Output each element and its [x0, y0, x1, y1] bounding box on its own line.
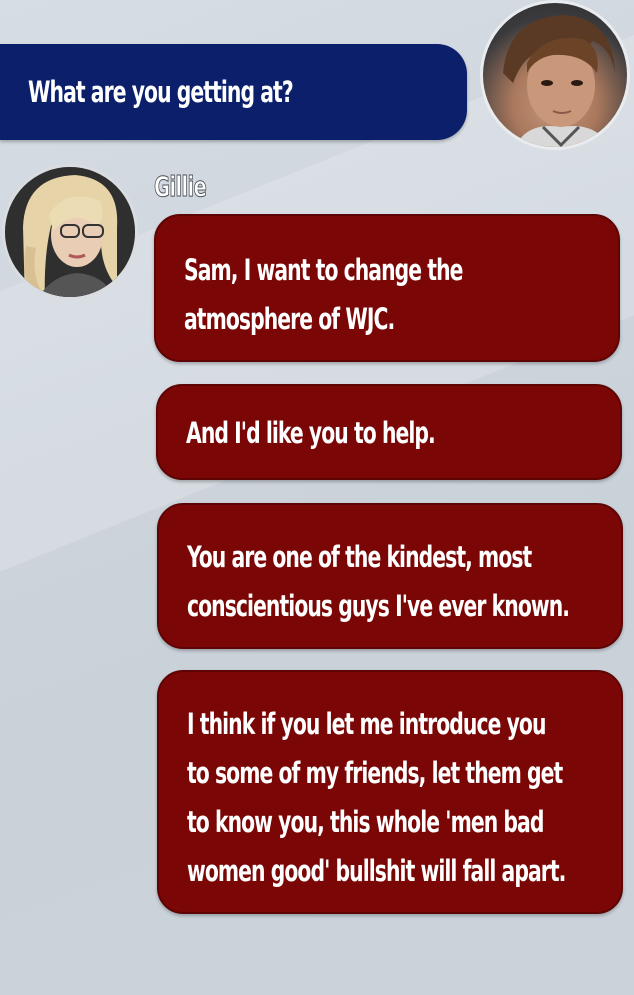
message-line: to know you, this whole 'men bad	[187, 805, 544, 839]
message-line: I think if you let me introduce you	[187, 707, 546, 741]
npc-message-text: Sam, I want to change the atmosphere of …	[184, 246, 634, 344]
npc-message-text: You are one of the kindest, most conscie…	[187, 533, 634, 631]
message-line: You are one of the kindest, most	[187, 540, 532, 574]
npc-message-bubble: You are one of the kindest, most conscie…	[157, 503, 623, 649]
message-line: conscientious guys I've ever known.	[187, 589, 570, 623]
message-line: to some of my friends, let them get	[187, 756, 563, 790]
player-message-bubble: What are you getting at?	[0, 44, 467, 140]
speaker-name: Gillie	[154, 170, 207, 204]
message-line: And I'd like you to help.	[186, 416, 436, 450]
sam-portrait-icon	[503, 15, 615, 147]
player-message-text: What are you getting at?	[28, 75, 294, 109]
npc-message-bubble: Sam, I want to change the atmosphere of …	[154, 214, 620, 362]
sam-avatar	[480, 0, 630, 150]
message-line: women good' bullshit will fall apart.	[187, 854, 566, 888]
npc-message-bubble: And I'd like you to help.	[156, 384, 622, 480]
gillie-portrait-icon	[5, 167, 135, 297]
message-line: atmosphere of WJC.	[184, 302, 395, 336]
gillie-avatar	[2, 164, 138, 300]
npc-message-bubble: I think if you let me introduce you to s…	[157, 670, 623, 914]
message-line: Sam, I want to change the	[184, 253, 463, 287]
npc-message-text: I think if you let me introduce you to s…	[187, 700, 634, 896]
npc-message-text: And I'd like you to help.	[186, 409, 634, 458]
